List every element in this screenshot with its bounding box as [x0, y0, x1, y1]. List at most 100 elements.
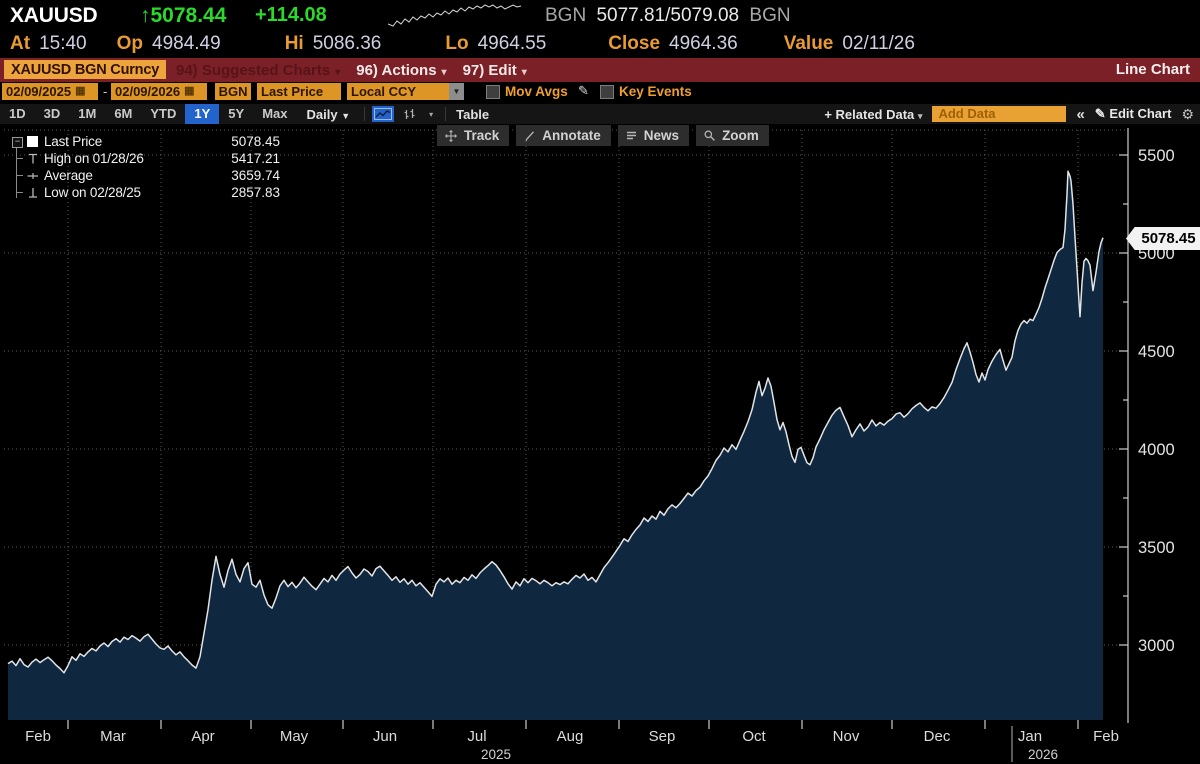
period-button-max[interactable]: Max [253, 104, 296, 124]
legend-value: 5417.21 [204, 151, 280, 166]
annotate-button[interactable]: Annotate [516, 125, 611, 146]
chevron-down-icon: ▾ [442, 67, 447, 78]
x-axis: FebMarAprMayJunJulAugSepOctNovDecJanFeb2… [25, 720, 1119, 762]
legend-tree-stub [16, 192, 23, 193]
currency-select[interactable]: Local CCY [347, 83, 455, 100]
y-tick-label: 3000 [1138, 637, 1175, 655]
period-toolbar: 1D3D1M6MYTD1Y5YMax Daily ▼ ▾ Table + Rel… [0, 104, 1200, 124]
quote-stat-value: 5086.36 [313, 33, 382, 54]
legend-tree-stub [16, 158, 23, 159]
legend-icon-cell [26, 169, 44, 182]
quote-stat-label: Lo [445, 33, 468, 54]
quote-stat-value: 15:40 [39, 33, 87, 54]
x-month-label: Aug [557, 728, 584, 745]
date-to-input[interactable]: 02/09/2026 ▦ [111, 83, 207, 100]
x-month-label: Dec [924, 728, 951, 745]
bid-ask-prices: 5077.81/5079.08 [596, 5, 739, 26]
quote-stat-label: Op [117, 33, 143, 54]
y-tick-label: 3500 [1138, 539, 1175, 557]
bar-chart-type-button[interactable] [400, 106, 418, 122]
period-button-6m[interactable]: 6M [105, 104, 141, 124]
zoom-label: Zoom [722, 128, 759, 143]
quote-stat: Value02/11/26 [784, 33, 915, 55]
period-button-1m[interactable]: 1M [69, 104, 105, 124]
menu-item-suggested-charts[interactable]: 94) Suggested Charts▾ [176, 62, 340, 79]
zoom-button[interactable]: Zoom [696, 125, 769, 146]
x-month-label: Oct [742, 728, 766, 745]
add-data-input[interactable]: Add Data [932, 106, 1066, 122]
x-month-label: Nov [833, 728, 860, 745]
quote-stat-value: 4984.49 [152, 33, 221, 54]
gear-icon[interactable]: ⚙ [1181, 106, 1194, 123]
period-button-1y[interactable]: 1Y [185, 104, 219, 124]
key-events-checkbox[interactable] [600, 85, 614, 99]
menu-item-edit[interactable]: 97) Edit▾ [463, 62, 527, 79]
mov-avgs-edit-pencil-icon[interactable]: ✎ [578, 83, 589, 99]
legend-label: Low on 02/28/25 [44, 185, 204, 200]
date-to-value: 02/09/2026 [115, 83, 180, 100]
legend-row[interactable]: High on 01/28/265417.21 [12, 150, 280, 167]
legend-label: Last Price [44, 134, 204, 149]
legend-label: Average [44, 168, 204, 183]
x-month-label: Jan [1018, 728, 1042, 745]
menu-item-actions[interactable]: 96) Actions▾ [356, 62, 446, 79]
period-button-5y[interactable]: 5Y [219, 104, 253, 124]
bloomberg-terminal-window: { "header": { "symbol": "XAUUSD", "arrow… [0, 0, 1200, 764]
track-crosshair-icon [444, 129, 458, 143]
legend-row[interactable]: Average3659.74 [12, 167, 280, 184]
key-events-label[interactable]: Key Events [619, 84, 692, 99]
bar-chart-icon [402, 108, 416, 121]
sparkline-path [388, 5, 521, 26]
chart-type-more-caret-icon[interactable]: ▾ [429, 110, 433, 119]
mov-avgs-label[interactable]: Mov Avgs [505, 84, 568, 99]
x-month-label: Apr [191, 728, 214, 745]
currency-dropdown-button[interactable]: ▼ [449, 83, 464, 100]
chevron-down-icon: ▾ [335, 67, 340, 78]
header-ohlc-row: At15:40Op4984.49Hi5086.36Lo4964.55Close4… [10, 31, 1190, 57]
legend-collapse-icon[interactable]: − [12, 137, 23, 148]
chevron-down-icon: ▾ [918, 111, 923, 121]
calendar-icon[interactable]: ▦ [75, 86, 85, 97]
legend-value: 3659.74 [204, 168, 280, 183]
period-button-3d[interactable]: 3D [35, 104, 70, 124]
legend-tree-cell: − [12, 133, 26, 150]
legend-tree-cell [12, 184, 26, 201]
edit-chart-button[interactable]: ✎ Edit Chart [1095, 106, 1172, 122]
intraday-sparkline [388, 2, 526, 30]
legend-row[interactable]: − Last Price5078.45 [12, 133, 280, 150]
frequency-select[interactable]: Daily ▼ [296, 107, 360, 122]
chart-settings-row: 02/09/2025 ▦ - 02/09/2026 ▦ BGN Last Pri… [0, 82, 1200, 104]
price-change: +114.08 [255, 4, 327, 27]
low-marker-icon [26, 186, 39, 199]
security-ticker-box[interactable]: XAUUSD BGN Curncy [4, 60, 166, 79]
average-marker-icon [26, 169, 39, 182]
legend-row[interactable]: Low on 02/28/252857.83 [12, 184, 280, 201]
date-range-separator: - [103, 84, 107, 99]
annotate-pencil-icon [523, 129, 536, 142]
table-button[interactable]: Table [456, 107, 489, 122]
mov-avgs-checkbox[interactable] [486, 85, 500, 99]
quote-stat-label: Hi [285, 33, 304, 54]
pencil-icon: ✎ [1095, 106, 1106, 121]
line-chart-type-button[interactable] [372, 106, 394, 122]
track-button[interactable]: Track [437, 125, 509, 146]
news-button[interactable]: News [618, 125, 689, 146]
edit-chart-label: Edit Chart [1109, 106, 1171, 121]
date-from-input[interactable]: 02/09/2025 ▦ [2, 83, 98, 100]
collapse-panel-button[interactable]: « [1076, 106, 1084, 123]
calendar-icon[interactable]: ▦ [184, 86, 194, 97]
quote-stat: Close4964.36 [608, 33, 737, 55]
period-button-ytd[interactable]: YTD [141, 104, 185, 124]
series-swatch-icon [26, 135, 39, 148]
period-button-1d[interactable]: 1D [0, 104, 35, 124]
legend-value: 5078.45 [204, 134, 280, 149]
related-data-button[interactable]: + Related Data ▾ [824, 107, 922, 122]
price-area-fill [8, 171, 1103, 720]
source-select[interactable]: BGN [215, 83, 251, 100]
field-select[interactable]: Last Price [257, 83, 341, 100]
legend-label: High on 01/28/26 [44, 151, 204, 166]
quote-stat-value: 4964.36 [669, 33, 738, 54]
x-month-label: Jun [373, 728, 397, 745]
toolbar-divider [445, 107, 446, 121]
quote-stat-label: At [10, 33, 30, 54]
